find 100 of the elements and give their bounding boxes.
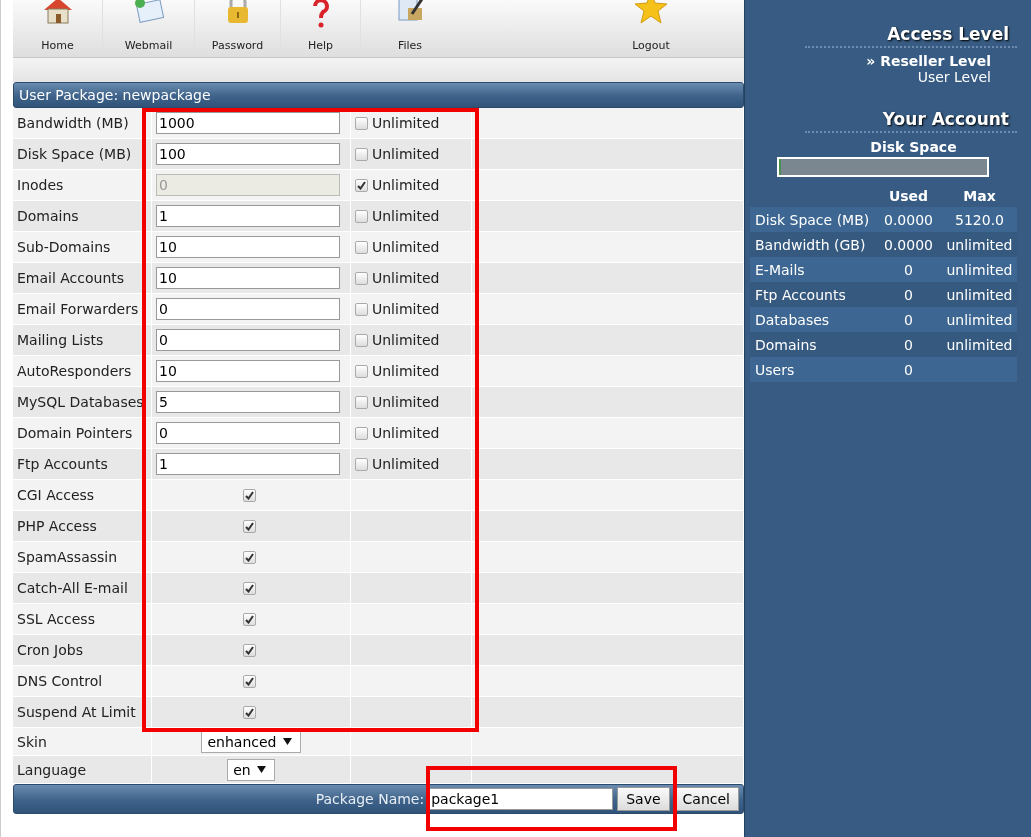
checkbox[interactable] <box>355 426 368 440</box>
checkbox[interactable] <box>355 116 368 130</box>
checkbox[interactable] <box>242 612 256 626</box>
checkbox[interactable] <box>242 581 256 595</box>
table-cell-text: Databases <box>754 311 831 328</box>
input-field[interactable]: 0 <box>156 329 340 351</box>
input-field[interactable]: 10 <box>156 360 340 382</box>
checkbox[interactable] <box>242 643 256 657</box>
checkbox-label: Unlimited <box>372 239 440 255</box>
caret-icon <box>282 738 292 745</box>
dropdown[interactable]: enhanced <box>201 730 301 753</box>
field-label: Inodes <box>17 177 64 193</box>
table-cell-text: Domains <box>754 336 818 353</box>
field-label: Ftp Accounts <box>17 456 108 472</box>
field-label: Email Forwarders <box>17 301 139 317</box>
input-field[interactable]: 1 <box>156 205 340 227</box>
checkbox[interactable] <box>355 240 368 254</box>
column-header: Used <box>887 188 930 204</box>
table-cell-text: 0 <box>903 261 914 278</box>
field-label: Skin <box>17 733 47 750</box>
access-level-link[interactable]: » Reseller Level <box>750 53 1017 69</box>
field-label: Sub-Domains <box>17 239 111 255</box>
field-label: AutoResponders <box>17 363 132 379</box>
table-cell-text: unlimited <box>945 261 1014 278</box>
checkbox-label: Unlimited <box>372 456 440 472</box>
column-header: Max <box>962 188 997 204</box>
table-cell-text: 0 <box>903 286 914 303</box>
table-cell-text: 0 <box>903 311 914 328</box>
table-cell-text: 0 <box>903 336 914 353</box>
table-cell-text: 5120.0 <box>954 211 1005 228</box>
table-cell-text: unlimited <box>945 236 1014 253</box>
checkbox[interactable] <box>355 209 368 223</box>
table-cell-text: 0.0000 <box>883 211 934 228</box>
checkbox-label: Unlimited <box>372 394 440 410</box>
checkbox-label: Unlimited <box>372 363 440 379</box>
access-level-heading: Access Level <box>805 24 1017 48</box>
field-label: MySQL Databases <box>17 394 144 410</box>
toolbar-button[interactable]: Password <box>195 0 281 57</box>
table-cell-text: Users <box>754 361 796 378</box>
checkbox[interactable] <box>242 705 256 719</box>
field-label: CGI Access <box>17 487 95 503</box>
input-field[interactable]: 5 <box>156 391 340 413</box>
question-mark-icon <box>311 0 330 30</box>
checkbox-label: Unlimited <box>372 208 440 224</box>
field-label: Catch-All E-mail <box>17 580 128 596</box>
input-field[interactable]: 10 <box>156 236 340 258</box>
access-level-link[interactable]: User Level <box>750 69 1017 85</box>
checkbox[interactable] <box>355 457 368 471</box>
account-heading: Your Account <box>805 109 1017 133</box>
field-label: Email Accounts <box>17 270 125 286</box>
table-cell-text: unlimited <box>945 311 1014 328</box>
toolbar-button[interactable]: Home <box>13 0 103 57</box>
toolbar-button[interactable]: Logout <box>606 0 696 57</box>
checkbox[interactable] <box>355 364 368 378</box>
checkbox-label: Unlimited <box>372 115 440 131</box>
table-cell-text: Ftp Accounts <box>754 286 847 303</box>
checkbox[interactable] <box>242 488 256 502</box>
checkbox-label: Unlimited <box>372 270 440 286</box>
checkbox[interactable] <box>242 550 256 564</box>
checkbox[interactable] <box>355 147 368 161</box>
field-label: Domains <box>17 208 79 224</box>
table-cell-text: 0.0000 <box>883 236 934 253</box>
toolbar-button[interactable]: Webmail <box>103 0 195 57</box>
field-label: Mailing Lists <box>17 332 104 348</box>
checkbox[interactable] <box>242 674 256 688</box>
input-field[interactable]: 1000 <box>156 112 340 134</box>
checkbox-label: Unlimited <box>372 177 440 193</box>
field-label: PHP Access <box>17 518 97 534</box>
dropdown[interactable]: en <box>227 758 275 781</box>
package-name-field[interactable]: package1 <box>428 788 614 810</box>
table-cell-text: Bandwidth (GB) <box>754 236 867 253</box>
checkbox[interactable] <box>355 271 368 285</box>
checkbox-label: Unlimited <box>372 301 440 317</box>
checkbox-label: Unlimited <box>372 425 440 441</box>
field-label: Suspend At Limit <box>17 704 136 720</box>
toolbar-button[interactable]: Help <box>281 0 361 57</box>
caret-icon <box>256 766 266 773</box>
input-field[interactable]: 1 <box>156 453 340 475</box>
input-field[interactable]: 0 <box>156 422 340 444</box>
section-header: User Package: newpackage <box>13 82 744 108</box>
toolbar-button[interactable]: Files <box>361 0 459 57</box>
field-label: Bandwidth (MB) <box>17 115 129 131</box>
field-label: DNS Control <box>17 673 103 689</box>
checkbox[interactable] <box>242 519 256 533</box>
table-cell-text: unlimited <box>945 336 1014 353</box>
table-cell-text: 0 <box>903 361 914 378</box>
checkbox[interactable] <box>355 333 368 347</box>
field-label: SSL Access <box>17 611 95 627</box>
disk-space-label: Disk Space <box>869 139 958 155</box>
input-field[interactable]: 0 <box>156 298 340 320</box>
input-field[interactable]: 100 <box>156 143 340 165</box>
checkbox[interactable] <box>355 302 368 316</box>
field-label: Cron Jobs <box>17 642 83 658</box>
save-button[interactable]: Save <box>617 787 670 811</box>
checkbox[interactable] <box>355 178 368 192</box>
table-cell-text: E-Mails <box>754 261 806 278</box>
checkbox[interactable] <box>355 395 368 409</box>
table-cell-text: unlimited <box>945 286 1014 303</box>
input-field[interactable]: 10 <box>156 267 340 289</box>
field-label: Disk Space (MB) <box>17 146 132 162</box>
